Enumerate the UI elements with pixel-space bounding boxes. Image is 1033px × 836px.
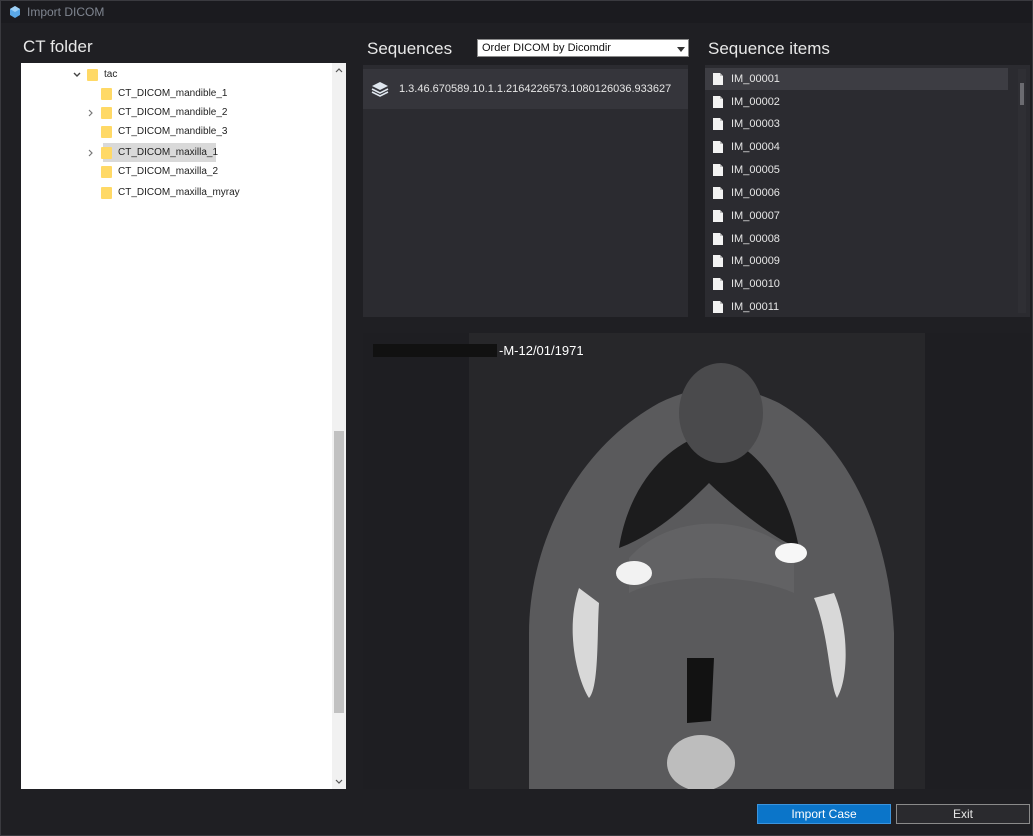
dropdown-caret-icon	[677, 47, 685, 52]
item-label: IM_00011	[731, 301, 780, 313]
item-label: IM_00007	[731, 210, 780, 222]
folder-icon	[101, 125, 112, 138]
ct-scan-image	[469, 333, 925, 789]
scroll-down-icon[interactable]	[334, 776, 344, 786]
sequences-list[interactable]: 1.3.46.670589.10.1.1.2164226573.10801260…	[363, 65, 688, 317]
item-label: IM_00001	[731, 73, 780, 85]
file-icon	[713, 278, 723, 290]
item-label: IM_00003	[731, 118, 780, 130]
file-icon	[713, 164, 723, 176]
tree-item-label: CT_DICOM_maxilla_myray	[118, 187, 240, 198]
scroll-up-icon[interactable]	[334, 66, 344, 76]
tree-item-tac[interactable]: tac	[71, 65, 117, 84]
tree-item-label: CT_DICOM_mandible_1	[118, 88, 228, 99]
sequence-items-list[interactable]: IM_00001 IM_00002 IM_00003 IM_00004 IM_0…	[705, 65, 1030, 317]
folder-icon	[101, 106, 112, 119]
patient-info: -M-12/01/1971	[373, 343, 584, 358]
order-dicom-select[interactable]: Order DICOM by Dicomdir	[477, 39, 689, 57]
list-item[interactable]: IM_00001	[705, 68, 1008, 90]
list-item[interactable]: IM_00003	[705, 113, 1008, 135]
file-icon	[713, 73, 723, 85]
sequence-uid: 1.3.46.670589.10.1.1.2164226573.10801260…	[399, 83, 672, 95]
title-bar: Import DICOM	[1, 1, 1032, 23]
item-label: IM_00004	[731, 141, 780, 153]
import-dicom-window: Import DICOM CT folder Sequences Sequenc…	[0, 0, 1033, 836]
sequence-items-label: Sequence items	[708, 39, 830, 58]
folder-icon	[101, 146, 112, 159]
list-item[interactable]: IM_00009	[705, 250, 1008, 272]
tree-item-label: CT_DICOM_mandible_3	[118, 126, 228, 137]
item-label: IM_00002	[731, 96, 780, 108]
ct-folder-tree[interactable]: tac CT_DICOM_mandible_1 CT_DICOM_mandibl…	[21, 63, 346, 789]
layers-icon	[371, 82, 389, 97]
item-label: IM_00010	[731, 278, 780, 290]
folder-icon	[101, 186, 112, 199]
sequences-label: Sequences	[367, 39, 453, 58]
exit-button[interactable]: Exit	[896, 804, 1030, 824]
tree-item-mandible-2[interactable]: CT_DICOM_mandible_2	[85, 103, 228, 122]
file-icon	[713, 210, 723, 222]
file-icon	[713, 96, 723, 108]
import-case-button[interactable]: Import Case	[757, 804, 891, 824]
order-dicom-select-value: Order DICOM by Dicomdir	[482, 42, 611, 54]
list-item[interactable]: IM_00006	[705, 182, 1008, 204]
tree-item-label: CT_DICOM_mandible_2	[118, 107, 228, 118]
tree-item-label: CT_DICOM_maxilla_2	[118, 166, 219, 177]
app-icon	[10, 6, 20, 18]
redacted-patient-name	[373, 344, 497, 357]
ct-image-viewer[interactable]: -M-12/01/1971	[363, 333, 1030, 789]
chevron-right-icon[interactable]	[85, 107, 97, 119]
ct-folder-label: CT folder	[23, 37, 93, 56]
tree-item-maxilla-2[interactable]: CT_DICOM_maxilla_2	[101, 162, 218, 181]
list-item[interactable]: IM_00010	[705, 273, 1008, 295]
window-title: Import DICOM	[27, 5, 105, 19]
file-icon	[713, 141, 723, 153]
item-label: IM_00006	[731, 187, 780, 199]
file-icon	[713, 187, 723, 199]
tree-item-label: CT_DICOM_maxilla_1	[118, 147, 219, 158]
list-item[interactable]: IM_00008	[705, 228, 1008, 250]
list-item[interactable]: IM_00005	[705, 159, 1008, 181]
file-icon	[713, 233, 723, 245]
folder-icon	[101, 165, 112, 178]
sequence-item[interactable]: 1.3.46.670589.10.1.1.2164226573.10801260…	[363, 69, 688, 109]
folder-icon	[101, 87, 112, 100]
tree-scroll-thumb[interactable]	[334, 431, 344, 713]
tree-item-maxilla-1[interactable]: CT_DICOM_maxilla_1	[85, 143, 218, 162]
tree-scrollbar[interactable]	[332, 63, 346, 789]
list-item[interactable]: IM_00007	[705, 205, 1008, 227]
tree-item-maxilla-myray[interactable]: CT_DICOM_maxilla_myray	[101, 183, 240, 202]
chevron-right-icon[interactable]	[85, 147, 97, 159]
list-item[interactable]: IM_00004	[705, 136, 1008, 158]
file-icon	[713, 255, 723, 267]
patient-info-text: -M-12/01/1971	[499, 343, 584, 358]
list-item[interactable]: IM_00002	[705, 91, 1008, 113]
tree-item-mandible-3[interactable]: CT_DICOM_mandible_3	[101, 122, 228, 141]
item-label: IM_00008	[731, 233, 780, 245]
item-label: IM_00009	[731, 255, 780, 267]
item-label: IM_00005	[731, 164, 780, 176]
tree-item-mandible-1[interactable]: CT_DICOM_mandible_1	[101, 84, 228, 103]
folder-icon	[87, 68, 98, 81]
tree-item-label: tac	[104, 69, 118, 80]
file-icon	[713, 301, 723, 313]
chevron-down-icon[interactable]	[71, 69, 83, 81]
file-icon	[713, 118, 723, 130]
items-scrollbar[interactable]	[1018, 69, 1026, 313]
items-scroll-thumb[interactable]	[1020, 83, 1024, 105]
list-item[interactable]: IM_00011	[705, 296, 1008, 317]
